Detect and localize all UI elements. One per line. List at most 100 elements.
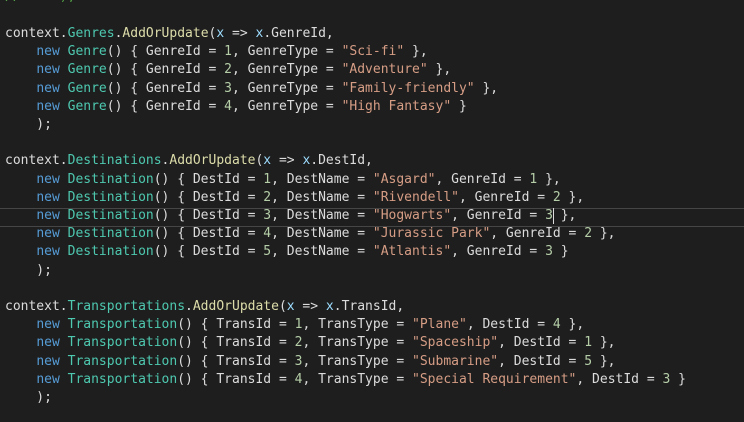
code-token-plain: () { GenreId = [106, 80, 225, 96]
code-token-plain: , DestName = [271, 171, 373, 187]
code-token-type: Destinations [67, 153, 162, 169]
code-token-number: 2 [224, 62, 232, 78]
code-token-plain: , DestName = [271, 244, 373, 260]
code-line[interactable]: ); [5, 116, 52, 134]
code-token-type: Destination [67, 244, 154, 260]
code-token-variable: x [325, 299, 334, 314]
code-line[interactable]: new Transportation() { TransId = 3, Tran… [5, 353, 615, 371]
code-line[interactable]: new Destination() { DestId = 2, DestName… [5, 189, 584, 207]
code-line[interactable]: new Destination() { DestId = 5, DestName… [5, 243, 568, 261]
code-token-number: 2 [263, 189, 272, 205]
code-token-plain: , GenreType = [232, 44, 342, 60]
code-line[interactable]: context.Transportations.AddOrUpdate(x =>… [5, 298, 404, 316]
code-token-plain: }, [474, 80, 499, 96]
code-token-string: "Asgard" [372, 171, 436, 187]
code-token-type: Genre [67, 62, 107, 78]
code-token-plain: , GenreType = [232, 98, 342, 114]
code-token-plain: }, [592, 226, 616, 242]
text-cursor [552, 208, 554, 224]
code-line[interactable]: ); [5, 262, 52, 280]
code-line[interactable]: context.Destinations.AddOrUpdate(x => x.… [5, 152, 373, 170]
code-line[interactable]: new Transportation() { TransId = 4, Tran… [5, 371, 686, 389]
code-token-plain: }, [427, 62, 452, 78]
code-token-number: 5 [263, 244, 272, 260]
code-token-plain: .TransId, [333, 299, 405, 314]
code-token-type: Destination [67, 226, 154, 242]
code-token-number: 3 [263, 208, 272, 223]
code-token-plain: , DestName = [271, 208, 373, 223]
code-token-string: "Rivendell" [372, 189, 459, 205]
code-token-keyword: new [36, 44, 60, 60]
code-token-type: Transportation [67, 353, 178, 369]
code-token-number: 1 [224, 44, 232, 60]
code-token-plain: }, [537, 171, 561, 187]
code-token-plain: .DestId, [310, 153, 373, 169]
code-token-plain: () { DestId = [153, 171, 264, 187]
code-token-string: "Sci-fi" [341, 44, 405, 60]
code-token-type: Genre [67, 98, 107, 114]
code-token-plain: ); [5, 262, 52, 278]
code-token-plain: . [185, 299, 193, 314]
code-editor[interactable]: // ... ); context.Genres.AddOrUpdate(x =… [0, 0, 744, 422]
code-token-plain: , DestId = [576, 371, 663, 387]
code-token-type: Destination [67, 208, 154, 223]
code-token-keyword: new [36, 226, 60, 242]
code-token-plain: , GenreId = [451, 208, 546, 223]
code-token-plain: } [451, 98, 467, 114]
code-token-number: 4 [263, 226, 272, 242]
code-token-keyword: new [36, 189, 60, 205]
code-token-string: "Jurassic Park" [372, 226, 491, 242]
code-line[interactable]: new Genre() { GenreId = 4, GenreType = "… [5, 98, 467, 116]
code-token-string: "High Fantasy" [341, 98, 452, 114]
code-token-plain: , GenreType = [232, 80, 342, 96]
code-token-plain: () { TransId = [177, 371, 295, 387]
code-line[interactable]: new Genre() { GenreId = 2, GenreType = "… [5, 61, 451, 79]
code-token-plain: , GenreId = [451, 244, 546, 260]
code-token-keyword: new [36, 335, 60, 351]
code-token-plain: , TransType = [302, 335, 413, 351]
code-token-plain: () { TransId = [177, 317, 295, 333]
code-line[interactable]: new Destination() { DestId = 1, DestName… [5, 171, 561, 189]
code-token-plain: }, [552, 208, 577, 223]
code-token-keyword: new [36, 98, 60, 114]
code-token-string: "Special Requirement" [412, 371, 577, 387]
code-line[interactable]: new Transportation() { TransId = 1, Tran… [5, 316, 584, 334]
code-token-plain: ); [5, 117, 52, 132]
code-token-type: Transportation [67, 317, 178, 333]
code-token-plain: }, [560, 317, 585, 333]
code-token-string: "Spaceship" [412, 335, 499, 351]
code-token-plain: , TransType = [302, 371, 413, 387]
code-token-plain: .GenreId, [263, 26, 334, 41]
code-token-plain: => [224, 26, 256, 41]
code-token-type: Genres [67, 26, 115, 41]
code-token-plain: () { GenreId = [106, 98, 225, 114]
code-token-number: 5 [584, 353, 593, 369]
code-line[interactable]: new Genre() { GenreId = 3, GenreType = "… [5, 80, 498, 98]
code-token-plain: , GenreId = [490, 226, 585, 242]
code-line[interactable]: new Destination() { DestId = 3, DestName… [5, 207, 576, 225]
code-line[interactable]: new Destination() { DestId = 4, DestName… [5, 225, 616, 243]
code-line[interactable]: ); [5, 389, 52, 407]
code-token-number: 4 [224, 98, 232, 114]
code-line[interactable]: new Genre() { GenreId = 1, GenreType = "… [5, 43, 427, 61]
code-line[interactable]: context.Genres.AddOrUpdate(x => x.GenreI… [5, 25, 334, 43]
code-token-keyword: new [36, 317, 60, 333]
code-token-number: 4 [552, 317, 561, 333]
code-token-plain: , GenreType = [232, 62, 342, 78]
code-token-plain: ( [278, 299, 287, 314]
code-line[interactable]: new Transportation() { TransId = 2, Tran… [5, 334, 615, 352]
